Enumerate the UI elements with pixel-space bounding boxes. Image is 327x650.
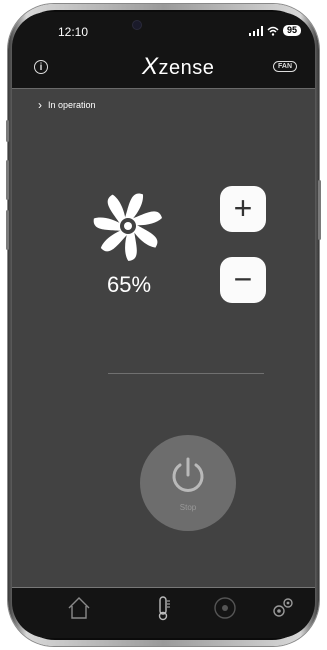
wifi-icon: [267, 26, 279, 36]
gears-icon[interactable]: [270, 595, 296, 621]
battery-indicator: 95: [282, 25, 301, 36]
fan-badge[interactable]: FAN: [273, 61, 297, 72]
decrease-speed-button[interactable]: −: [220, 257, 266, 303]
power-icon: [172, 457, 204, 492]
info-icon[interactable]: i: [34, 60, 48, 74]
fan-nav-icon[interactable]: [212, 595, 238, 621]
app-logo: Xzense: [142, 53, 215, 80]
increase-speed-button[interactable]: +: [220, 186, 266, 232]
side-button: [6, 120, 9, 142]
operation-status[interactable]: › In operation: [38, 97, 96, 112]
home-icon[interactable]: [66, 595, 92, 621]
status-bar: 12:10 95: [12, 12, 315, 48]
app-screen: 12:10 95 i Xzense FAN › In operation 65%…: [12, 12, 315, 638]
fan-icon: [93, 193, 162, 261]
fan-speed-value: 65%: [106, 272, 152, 297]
app-header: i Xzense FAN: [12, 48, 315, 89]
status-icons: 95: [248, 25, 301, 36]
side-button: [6, 160, 9, 200]
stop-label: Stop: [179, 503, 197, 512]
chevron-right-icon: ›: [38, 97, 42, 112]
side-button: [6, 210, 9, 250]
status-time: 12:10: [58, 25, 89, 39]
divider: [108, 373, 264, 374]
operation-status-label: In operation: [48, 100, 96, 110]
signal-bars-icon: [248, 25, 263, 36]
thermometer-icon[interactable]: [150, 595, 176, 621]
side-button: [318, 180, 321, 240]
stop-button[interactable]: Stop: [140, 435, 236, 531]
camera-dot: [132, 20, 142, 30]
